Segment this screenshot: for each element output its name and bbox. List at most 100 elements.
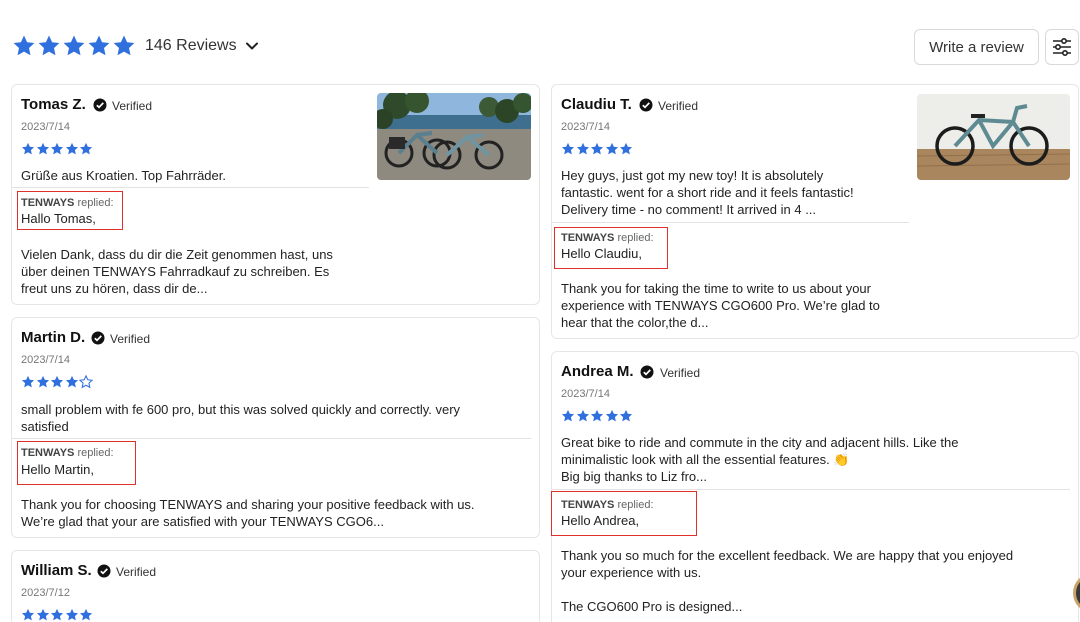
review-text-line: fantastic. went for a short ride and it … — [561, 185, 854, 200]
review-card: Tomas Z. Verified 2023/7/14 Grüße aus Kr… — [11, 84, 540, 305]
star-filled-icon — [65, 608, 78, 621]
star-filled-icon — [79, 608, 93, 621]
review-date: 2023/7/14 — [21, 121, 70, 133]
verified-check-icon — [640, 365, 654, 379]
reviewer-name: Tomas Z. — [21, 96, 86, 113]
star-filled-icon — [21, 608, 35, 621]
star-filled-icon — [13, 35, 35, 56]
reply-text-line: We’re glad that your are satisfied with … — [21, 514, 384, 529]
review-stars — [21, 608, 94, 622]
review-card: Claudiu T. Verified 2023/7/14 Hey guys, … — [551, 84, 1079, 339]
reviewer-name: Martin D. — [21, 329, 86, 346]
verified-check-icon — [93, 98, 107, 112]
star-filled-icon — [38, 35, 60, 56]
star-filled-icon — [50, 608, 64, 621]
review-photo[interactable] — [917, 94, 1070, 180]
star-filled-icon — [619, 409, 633, 422]
star-filled-icon — [88, 35, 110, 56]
verified-label: Verified — [116, 565, 157, 579]
reply-greeting: Hello Martin, — [21, 462, 94, 477]
reply-text-line: hear that the color,the d... — [561, 315, 709, 330]
star-filled-icon — [561, 409, 575, 422]
filter-button[interactable] — [1045, 29, 1079, 65]
reply-text-line: Thank you for choosing TENWAYS and shari… — [21, 497, 475, 512]
review-card: Andrea M. Verified 2023/7/14 Great bike … — [551, 351, 1079, 622]
verified-check-icon — [97, 564, 111, 578]
reply-label: TENWAYS replied: — [561, 499, 654, 511]
divider — [12, 187, 369, 188]
review-stars — [21, 375, 94, 389]
verified-label: Verified — [110, 332, 151, 346]
review-date: 2023/7/14 — [21, 354, 70, 366]
star-filled-icon — [36, 142, 49, 155]
bike-indoor-image — [917, 94, 1070, 180]
rating-summary[interactable]: 146 Reviews — [12, 34, 259, 58]
reply-greeting: Hello Claudiu, — [561, 246, 642, 261]
star-filled-icon — [576, 142, 589, 155]
reply-greeting: Hallo Tomas, — [21, 211, 96, 226]
star-filled-icon — [619, 142, 633, 155]
bikes-by-sea-image — [377, 93, 531, 180]
review-photo[interactable] — [377, 93, 531, 180]
review-text-line: Hey guys, just got my new toy! It is abs… — [561, 168, 824, 183]
star-filled-icon — [36, 608, 49, 621]
review-text-line: Grüße aus Kroatien. Top Fahrräder. — [21, 168, 226, 183]
review-card: William S. Verified 2023/7/12 — [11, 550, 540, 622]
reply-text-line: Thank you for taking the time to write t… — [561, 281, 871, 296]
review-text-line: minimalistic look with all the essential… — [561, 452, 850, 467]
star-filled-icon — [50, 375, 64, 388]
reviews-count: 146 Reviews — [145, 37, 237, 54]
divider — [12, 438, 531, 439]
verified-check-icon — [91, 331, 105, 345]
reply-text-line: freut uns zu hören, dass dir de... — [21, 281, 208, 296]
review-text-line: Great bike to ride and commute in the ci… — [561, 435, 959, 450]
review-stars — [561, 142, 634, 156]
reviewer-name: Andrea M. — [561, 363, 634, 380]
summary-stars — [12, 34, 137, 58]
verified-label: Verified — [660, 366, 701, 380]
review-date: 2023/7/12 — [21, 587, 70, 599]
reply-label: TENWAYS replied: — [561, 232, 654, 244]
star-filled-icon — [50, 142, 64, 155]
review-text-line: Big big thanks to Liz fro... — [561, 469, 707, 484]
review-text-line: small problem with fe 600 pro, but this … — [21, 402, 461, 417]
star-filled-icon — [79, 142, 93, 155]
review-stars — [21, 142, 94, 156]
review-date: 2023/7/14 — [561, 388, 610, 400]
divider — [552, 222, 909, 223]
reply-text-line: The CGO600 Pro is designed... — [561, 599, 743, 614]
star-filled-icon — [21, 375, 35, 388]
chevron-down-icon — [245, 42, 258, 50]
star-filled-icon — [590, 142, 604, 155]
filter-sliders-icon — [1053, 38, 1071, 56]
star-filled-icon — [605, 142, 618, 155]
reply-text-line: experience with TENWAYS CGO600 Pro. We’r… — [561, 298, 880, 313]
star-filled-icon — [113, 35, 135, 56]
review-stars — [561, 409, 634, 423]
star-filled-icon — [63, 35, 85, 56]
verified-check-icon — [639, 98, 653, 112]
verified-label: Verified — [658, 99, 699, 113]
reviewer-name: William S. — [21, 562, 92, 579]
verified-label: Verified — [112, 99, 153, 113]
star-filled-icon — [65, 375, 78, 388]
reply-greeting: Hello Andrea, — [561, 513, 640, 528]
reply-text-line: über deinen TENWAYS Fahrradkauf zu schre… — [21, 264, 330, 279]
reply-text-line: your experience with us. — [561, 565, 702, 580]
star-filled-icon — [576, 409, 589, 422]
star-filled-icon — [605, 409, 618, 422]
review-date: 2023/7/14 — [561, 121, 610, 133]
write-review-button[interactable]: Write a review — [914, 29, 1039, 65]
reply-label: TENWAYS replied: — [21, 447, 114, 459]
star-filled-icon — [36, 375, 49, 388]
star-filled-icon — [65, 142, 78, 155]
review-text-line: Delivery time - no comment! It arrived i… — [561, 202, 817, 217]
reviewer-name: Claudiu T. — [561, 96, 632, 113]
divider — [552, 489, 1070, 490]
reply-text-line: Thank you so much for the excellent feed… — [561, 548, 1014, 563]
star-filled-icon — [561, 142, 575, 155]
star-filled-icon — [21, 142, 35, 155]
review-text-line: satisfied — [21, 419, 69, 434]
reply-text-line: Vielen Dank, dass du dir die Zeit genomm… — [21, 247, 333, 262]
star-empty-icon — [79, 375, 93, 389]
